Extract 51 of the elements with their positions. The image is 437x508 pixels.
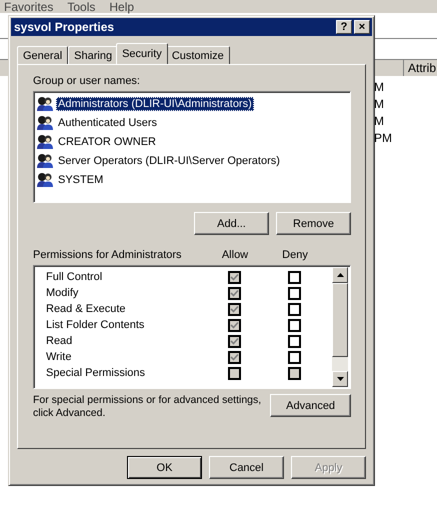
permission-name: Special Permissions: [46, 367, 146, 379]
group-list-label: Group or user names:: [33, 75, 141, 87]
permission-name: Write: [46, 351, 72, 363]
permission-name: Read: [46, 335, 74, 347]
list-item[interactable]: Administrators (DLIR-UI\Administrators): [56, 97, 254, 111]
users-icon: [36, 153, 54, 169]
menu-item[interactable]: Help: [109, 1, 134, 13]
permission-checkbox[interactable]: [288, 350, 300, 364]
permission-name: Modify: [46, 287, 80, 299]
table-cell-text: M: [374, 114, 385, 128]
dialog-button[interactable]: Remove: [276, 212, 351, 235]
users-icon: [36, 172, 54, 188]
permission-checkbox[interactable]: [288, 302, 300, 316]
menu-item[interactable]: Tools: [67, 1, 96, 13]
table-cell-text: PM: [374, 131, 393, 145]
permission-name: Full Control: [46, 271, 104, 283]
permission-checkbox[interactable]: [288, 286, 300, 300]
users-icon: [36, 115, 54, 131]
dialog-button[interactable]: Cancel: [209, 456, 284, 479]
tab[interactable]: Sharing: [68, 46, 118, 64]
up-arrow-icon[interactable]: [336, 273, 344, 277]
list-item[interactable]: Server Operators (DLIR-UI\Server Operators): [56, 154, 282, 168]
dialog-button[interactable]: Add...: [194, 212, 269, 235]
down-arrow-icon[interactable]: [336, 377, 344, 381]
table-cell-text: M: [374, 97, 385, 111]
tab[interactable]: Security: [116, 43, 168, 64]
tab[interactable]: Customize: [166, 46, 230, 64]
scrollbar[interactable]: [332, 267, 348, 387]
permission-name: List Folder Contents: [46, 319, 146, 331]
menu-item[interactable]: Favorites: [4, 1, 54, 13]
permission-checkbox[interactable]: [288, 318, 300, 332]
list-item[interactable]: Authenticated Users: [56, 116, 160, 130]
close-button[interactable]: ×: [354, 20, 370, 34]
list-item[interactable]: CREATOR OWNER: [56, 135, 158, 149]
window-title: sysvol Properties: [14, 20, 116, 34]
column-label: Allow: [220, 249, 250, 261]
column-header[interactable]: Attrib: [403, 60, 437, 76]
users-icon: [36, 134, 54, 150]
permission-name: Read & Execute: [46, 303, 126, 315]
column-label: Deny: [281, 249, 309, 261]
permission-checkbox[interactable]: [288, 334, 300, 348]
help-button[interactable]: ?: [336, 20, 352, 34]
permission-checkbox[interactable]: [288, 270, 300, 284]
list-item[interactable]: SYSTEM: [56, 173, 106, 187]
dialog-button[interactable]: OK: [127, 456, 202, 479]
tab[interactable]: General: [17, 46, 68, 64]
advanced-button[interactable]: Advanced: [270, 394, 351, 417]
table-cell-text: M: [374, 80, 385, 94]
advanced-hint: For special permissions or for advanced settings, click Advanced.: [33, 394, 262, 420]
users-icon: [36, 96, 54, 112]
permissions-label: Permissions for Administrators: [33, 249, 183, 261]
